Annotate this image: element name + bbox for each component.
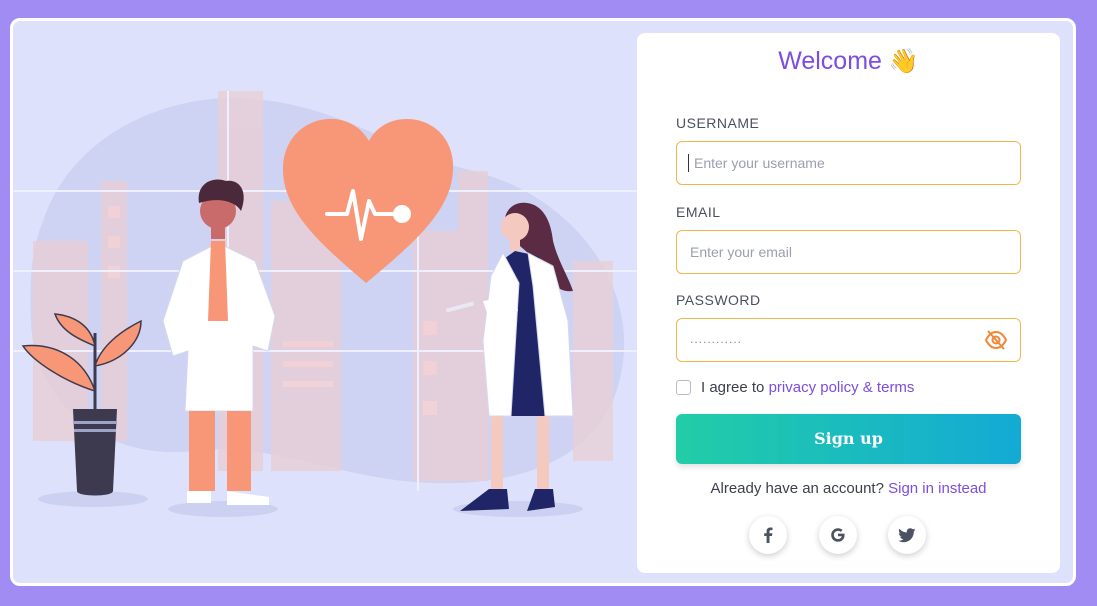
username-placeholder: Enter your username [694,155,825,171]
password-masked-value: ............ [690,332,743,346]
sign-in-link[interactable]: Sign in instead [888,480,986,497]
twitter-button[interactable] [888,516,926,554]
sign-up-button[interactable]: Sign up [676,414,1021,464]
twitter-icon [898,527,916,542]
password-field[interactable]: ............ [676,318,1021,362]
privacy-terms-link[interactable]: privacy policy & terms [769,379,915,396]
email-label: EMAIL [676,204,721,220]
eye-off-icon[interactable] [984,329,1008,351]
username-label: USERNAME [676,115,760,131]
already-text: Already have an account? [710,480,884,497]
agree-label: I agree to privacy policy & terms [701,379,914,396]
facebook-icon [764,527,773,543]
signin-prompt: Already have an account? Sign in instead [637,480,1060,497]
email-field[interactable]: Enter your email [676,230,1021,274]
waving-hand-icon: 👋 [888,48,919,75]
email-placeholder: Enter your email [690,244,792,260]
text-caret [688,154,689,172]
facebook-button[interactable] [749,516,787,554]
doctors-illustration [13,91,638,517]
google-button[interactable] [819,516,857,554]
agree-text: I agree to [701,379,765,396]
signup-card: Welcome 👋 USERNAME Enter your username E… [637,33,1060,573]
welcome-text: Welcome [778,47,882,75]
agree-checkbox[interactable] [676,380,691,395]
password-label: PASSWORD [676,292,761,308]
welcome-title: Welcome 👋 [637,47,1060,76]
google-icon [831,528,845,542]
username-field[interactable]: Enter your username [676,141,1021,185]
